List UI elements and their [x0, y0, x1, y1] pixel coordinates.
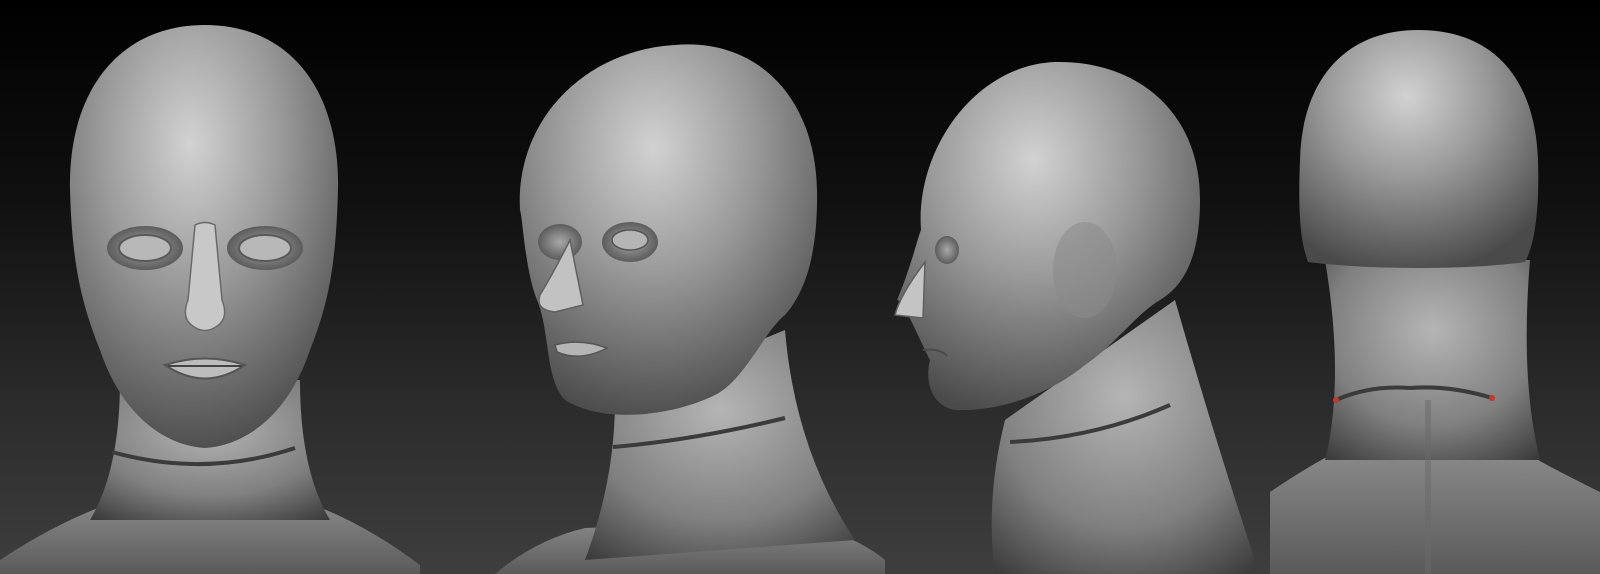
- front-left-eye: [118, 234, 172, 262]
- tq-left-eye-socket: [538, 224, 582, 260]
- back-seam-marker-left: [1333, 397, 1339, 403]
- back-neck: [1325, 260, 1540, 460]
- back-head: [1299, 30, 1539, 268]
- sculpt-viewport: [0, 0, 1600, 574]
- head-back-view: [1270, 0, 1600, 574]
- side-ear: [1053, 222, 1117, 318]
- back-shoulders: [1270, 450, 1600, 574]
- head-side-view: [885, 0, 1265, 574]
- side-eye: [935, 236, 959, 264]
- front-right-eye: [238, 234, 292, 262]
- back-seam-marker-right: [1489, 395, 1495, 401]
- head-three-quarter-view: [495, 0, 885, 574]
- head-front-view: [0, 0, 420, 574]
